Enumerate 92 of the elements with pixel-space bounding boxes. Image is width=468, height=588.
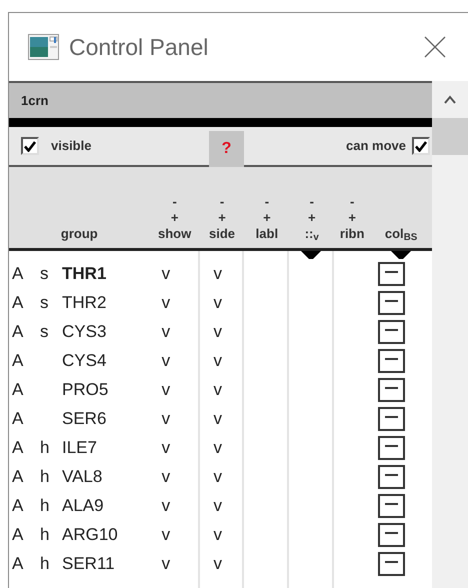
expand-toggle[interactable]: + <box>263 210 271 226</box>
column-heading[interactable]: show <box>158 226 192 242</box>
collapse-toggle[interactable]: - <box>220 194 224 210</box>
show-toggle[interactable]: v <box>162 466 170 486</box>
secondary-structure: h <box>40 524 50 546</box>
color-box-icon[interactable] <box>378 494 406 518</box>
scrollbar-thumb[interactable] <box>432 118 468 155</box>
show-toggle[interactable]: v <box>162 322 170 341</box>
show-toggle[interactable]: v <box>162 554 170 573</box>
side-toggle[interactable]: v <box>214 292 222 312</box>
expand-toggle[interactable]: + <box>308 210 316 226</box>
secondary-structure: h <box>40 436 50 459</box>
residue-name[interactable]: VAL8 <box>62 464 102 490</box>
show-toggle[interactable]: v <box>162 350 170 370</box>
can-move-label: can move <box>346 137 406 156</box>
collapse-toggle[interactable]: - <box>350 194 354 210</box>
app-icon <box>28 34 59 60</box>
side-toggle[interactable]: v <box>214 264 222 283</box>
residue-name[interactable]: PRO5 <box>62 376 108 402</box>
side-toggle[interactable]: v <box>214 438 222 457</box>
side-toggle[interactable]: v <box>214 350 222 370</box>
column-heading[interactable]: col$_{BS}$ <box>384 226 418 242</box>
secondary-structure: h <box>40 552 50 575</box>
window-title: Control Panel <box>69 32 208 62</box>
checkbox[interactable] <box>412 137 430 155</box>
chain-id: A <box>12 436 24 459</box>
color-box-icon[interactable] <box>378 290 406 314</box>
side-toggle[interactable]: v <box>214 466 222 486</box>
secondary-structure: h <box>40 466 50 488</box>
color-box-icon[interactable] <box>378 552 406 576</box>
molecule-bar[interactable]: 1crn <box>9 81 432 118</box>
side-toggle[interactable]: v <box>214 524 222 544</box>
residue-name[interactable]: THR1 <box>62 260 106 286</box>
color-box-icon[interactable] <box>378 522 406 546</box>
show-toggle[interactable]: v <box>162 408 170 428</box>
color-box-icon[interactable] <box>378 436 406 460</box>
chain-id: A <box>12 320 24 343</box>
chain-id: A <box>12 466 24 488</box>
visible-label: visible <box>51 137 92 156</box>
color-box-icon[interactable] <box>378 262 406 286</box>
color-box-icon[interactable] <box>378 348 406 372</box>
residue-name[interactable]: THR2 <box>62 290 106 316</box>
column-heading[interactable]: ribn <box>340 226 364 242</box>
residue-name[interactable]: SER6 <box>62 406 106 432</box>
secondary-structure: s <box>40 262 50 285</box>
column-heading[interactable]: group <box>60 226 98 242</box>
residue-name[interactable]: ALA9 <box>62 492 104 518</box>
expand-toggle[interactable]: + <box>348 210 356 226</box>
scrollbar[interactable] <box>432 81 468 588</box>
color-box-icon[interactable] <box>378 378 406 402</box>
expand-toggle[interactable]: + <box>170 210 178 226</box>
chain-id: A <box>12 552 24 575</box>
chain-id: A <box>12 494 24 517</box>
color-box-icon[interactable] <box>378 320 406 344</box>
chain-id: A <box>12 350 24 372</box>
residue-name[interactable]: SER11 <box>62 550 115 576</box>
chain-id: A <box>12 262 24 285</box>
collapse-toggle[interactable]: - <box>310 194 314 210</box>
checkbox[interactable] <box>21 137 39 155</box>
chain-id: A <box>12 292 24 314</box>
residue-name[interactable]: CYS3 <box>62 318 106 344</box>
secondary-structure: s <box>40 320 50 343</box>
close-icon[interactable] <box>424 36 446 58</box>
side-toggle[interactable]: v <box>214 496 222 515</box>
chain-id: A <box>12 408 24 430</box>
show-toggle[interactable]: v <box>162 524 170 544</box>
expand-toggle[interactable]: + <box>218 210 226 226</box>
chain-id: A <box>12 524 24 546</box>
residue-name[interactable]: ARG10 <box>62 522 118 548</box>
side-toggle[interactable]: v <box>214 380 222 399</box>
show-toggle[interactable]: v <box>162 292 170 312</box>
show-toggle[interactable]: v <box>162 496 170 515</box>
collapse-toggle[interactable]: - <box>172 194 177 210</box>
secondary-structure: h <box>40 494 50 517</box>
show-toggle[interactable]: v <box>162 264 170 283</box>
side-toggle[interactable]: v <box>214 322 222 341</box>
show-toggle[interactable]: v <box>162 438 170 457</box>
column-heading[interactable]: labl <box>256 226 278 242</box>
column-heading[interactable]: side <box>208 226 235 242</box>
color-box-icon[interactable] <box>378 464 406 488</box>
show-toggle[interactable]: v <box>162 380 170 399</box>
collapse-toggle[interactable]: - <box>264 194 270 210</box>
side-toggle[interactable]: v <box>214 554 222 573</box>
chain-id: A <box>12 378 24 401</box>
column-heading[interactable]: ::$_{v}$ <box>304 226 319 242</box>
color-box-icon[interactable] <box>378 406 406 430</box>
side-toggle[interactable]: v <box>214 408 222 428</box>
residue-name[interactable]: ILE7 <box>62 434 97 460</box>
check-icon <box>24 140 36 152</box>
residue-name[interactable]: CYS4 <box>62 348 106 374</box>
secondary-structure: s <box>40 292 50 314</box>
check-icon <box>415 140 427 152</box>
